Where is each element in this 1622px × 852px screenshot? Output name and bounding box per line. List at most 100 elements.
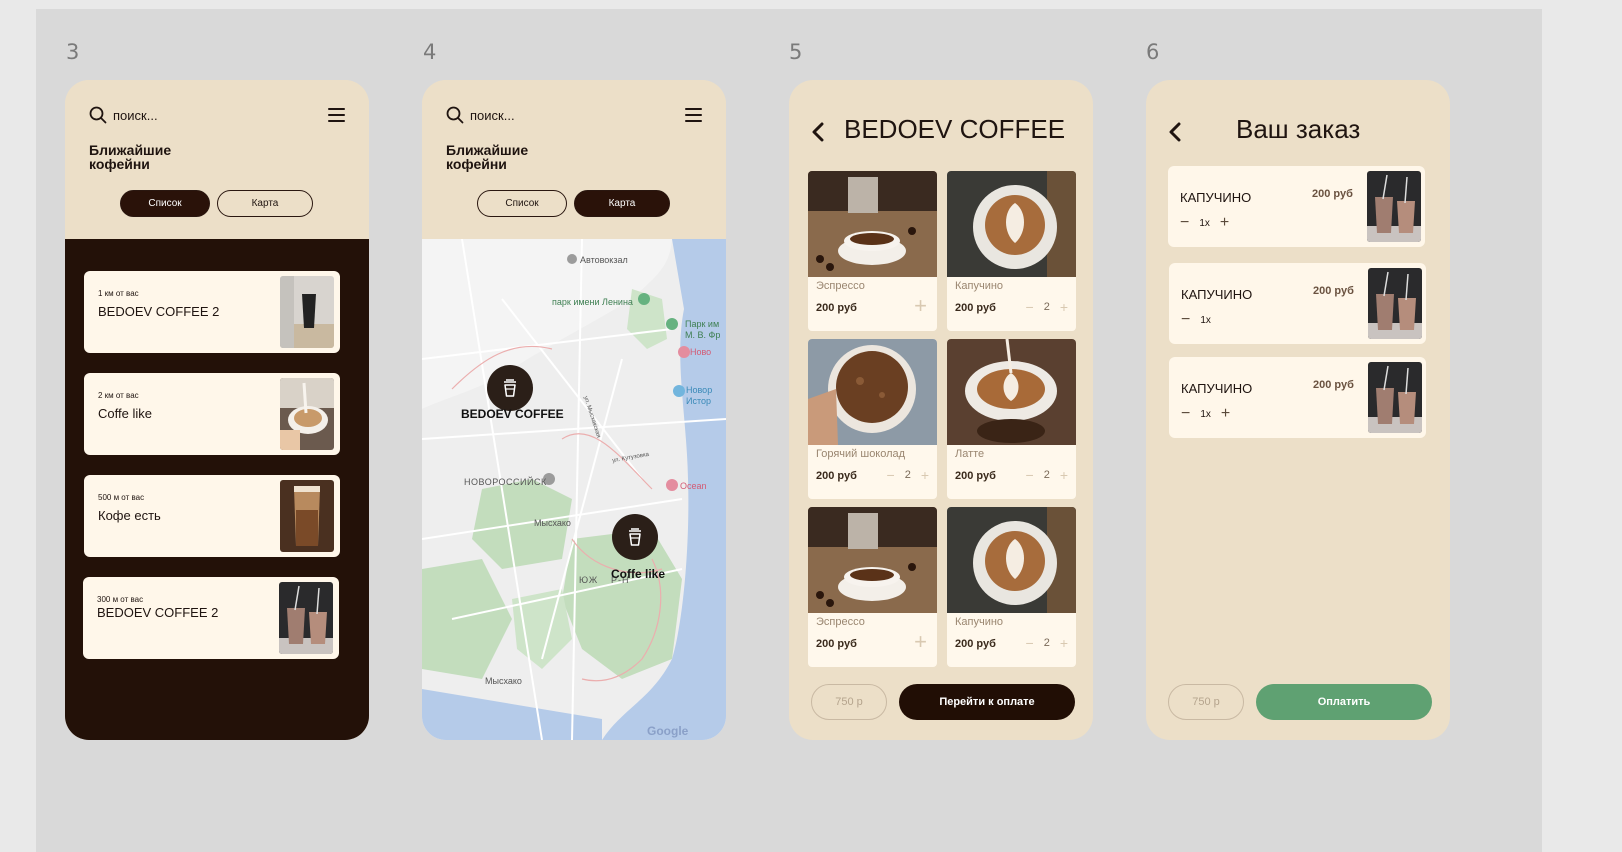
- quantity-stepper[interactable]: −2 +: [887, 467, 930, 483]
- plus-icon[interactable]: +: [1220, 214, 1229, 232]
- order-item-name: КАПУЧИНО: [1181, 381, 1253, 396]
- map-place-label: ЮЖ: [579, 575, 599, 585]
- quantity-stepper[interactable]: −1х +: [1181, 405, 1230, 423]
- order-item: КАПУЧИНО 200 руб −1х +: [1168, 166, 1425, 247]
- back-arrow-icon[interactable]: [809, 120, 827, 144]
- search-input[interactable]: поиск...: [113, 108, 158, 123]
- shop-name: Coffe like: [98, 406, 152, 421]
- product-price: 200 руб: [955, 302, 996, 314]
- coffee-shop-pin[interactable]: [612, 514, 658, 560]
- product-card[interactable]: Горячий шоколад 200 руб −2 +: [808, 339, 937, 499]
- minus-icon[interactable]: −: [1026, 467, 1034, 483]
- screen-header: поиск... Ближайшие кофейни Список Карта: [422, 80, 726, 239]
- pin-label: Coffe like: [611, 567, 666, 581]
- city-map[interactable]: Автовокзал парк имени Ленина Парк им М. …: [422, 239, 726, 740]
- product-name: Капучино: [955, 616, 1004, 628]
- shop-list: 1 км от вас BEDOEV COFFEE 2 2 км от вас …: [65, 239, 369, 740]
- page-title: Ближайшие кофейни: [446, 142, 529, 172]
- coffee-cup-icon: [504, 379, 516, 397]
- shop-photo: [280, 276, 334, 348]
- latte-photo: [947, 339, 1076, 445]
- shop-card[interactable]: 1 км от вас BEDOEV COFFEE 2: [84, 271, 340, 353]
- phone-screen-map: поиск... Ближайшие кофейни Список Карта: [422, 80, 726, 740]
- coffee-shop-pin[interactable]: [487, 365, 533, 411]
- phone-screen-list: поиск... Ближайшие кофейни Список Карта …: [65, 80, 369, 740]
- minus-icon[interactable]: −: [1026, 635, 1034, 651]
- shop-card[interactable]: 300 м от вас BEDOEV COFFEE 2: [83, 577, 339, 659]
- plus-icon[interactable]: +: [1060, 635, 1068, 651]
- add-icon[interactable]: +: [914, 293, 927, 319]
- tab-map[interactable]: Карта: [574, 190, 670, 217]
- shop-card[interactable]: 500 м от вас Кофе есть: [84, 475, 340, 557]
- product-name: Горячий шоколад: [816, 448, 906, 460]
- product-card[interactable]: Эспрессо 200 руб +: [808, 171, 937, 331]
- product-name: Эспрессо: [816, 616, 865, 628]
- quantity-stepper[interactable]: −2 +: [1026, 635, 1069, 651]
- quantity-value: 1х: [1200, 314, 1211, 326]
- menu-icon[interactable]: [685, 108, 702, 122]
- product-name: Капучино: [955, 280, 1004, 292]
- menu-icon[interactable]: [328, 108, 345, 122]
- order-item: КАПУЧИНО 200 руб −1х: [1169, 263, 1426, 344]
- shop-photo: [280, 480, 334, 552]
- order-item: КАПУЧИНО 200 руб −1х +: [1169, 357, 1426, 438]
- map-place-label: Новор: [686, 385, 713, 395]
- add-icon[interactable]: +: [914, 629, 927, 655]
- quantity-stepper[interactable]: −1х +: [1180, 214, 1229, 232]
- tab-map[interactable]: Карта: [217, 190, 313, 217]
- minus-icon[interactable]: −: [887, 467, 895, 483]
- quantity-stepper[interactable]: −2 +: [1026, 299, 1069, 315]
- search-input[interactable]: поиск...: [470, 108, 515, 123]
- quantity-stepper[interactable]: −2 +: [1026, 467, 1069, 483]
- screen-header: поиск... Ближайшие кофейни Список Карта: [65, 80, 369, 239]
- product-name: Эспрессо: [816, 280, 865, 292]
- map-place-label: Автовокзал: [580, 255, 628, 265]
- shop-distance: 300 м от вас: [97, 595, 144, 604]
- tab-list[interactable]: Список: [120, 190, 210, 217]
- plus-icon[interactable]: +: [921, 467, 929, 483]
- minus-icon[interactable]: −: [1180, 214, 1189, 232]
- frame-number: 5: [789, 40, 803, 64]
- plus-icon[interactable]: +: [1221, 405, 1230, 423]
- search-icon: [446, 106, 464, 124]
- quantity-value: 2: [904, 469, 911, 481]
- shop-distance: 2 км от вас: [98, 391, 139, 400]
- shop-card[interactable]: 2 км от вас Coffe like: [84, 373, 340, 455]
- plus-icon[interactable]: +: [1060, 467, 1068, 483]
- search-bar[interactable]: поиск...: [89, 106, 158, 124]
- minus-icon[interactable]: −: [1181, 311, 1190, 329]
- espresso-photo: [808, 507, 937, 613]
- order-total: 750 р: [1168, 684, 1244, 720]
- product-card[interactable]: Латте 200 руб −2 +: [947, 339, 1076, 499]
- plus-icon[interactable]: +: [1060, 299, 1068, 315]
- order-item-price: 200 руб: [1312, 188, 1353, 200]
- checkout-button[interactable]: Перейти к оплате: [899, 684, 1075, 720]
- product-price: 200 руб: [816, 638, 857, 650]
- product-price: 200 руб: [955, 638, 996, 650]
- shop-name: BEDOEV COFFEE 2: [98, 304, 220, 319]
- quantity-value: 1х: [1200, 408, 1211, 420]
- quantity-stepper[interactable]: −1х: [1181, 311, 1211, 329]
- product-photo: [1368, 362, 1422, 433]
- map-place-label: Истор: [686, 396, 712, 406]
- cappuccino-photo: [947, 171, 1076, 277]
- product-card[interactable]: Капучино 200 руб −2 +: [947, 171, 1076, 331]
- shop-name: BEDOEV COFFEE 2: [97, 605, 219, 620]
- product-card[interactable]: Эспрессо 200 руб +: [808, 507, 937, 667]
- minus-icon[interactable]: −: [1181, 405, 1190, 423]
- order-title: Ваш заказ: [1236, 114, 1361, 144]
- product-photo: [1368, 268, 1422, 339]
- product-card[interactable]: Капучино 200 руб −2 +: [947, 507, 1076, 667]
- tab-list[interactable]: Список: [477, 190, 567, 217]
- phone-screen-menu: BEDOEV COFFEE Эспрессо 200 руб + Капучин…: [789, 80, 1093, 740]
- frame-number: 6: [1146, 40, 1160, 64]
- search-bar[interactable]: поиск...: [446, 106, 515, 124]
- minus-icon[interactable]: −: [1026, 299, 1034, 315]
- shop-name: Кофе есть: [98, 508, 161, 523]
- map-place-label: Мысхако: [534, 518, 571, 528]
- cappuccino-photo: [947, 507, 1076, 613]
- back-arrow-icon[interactable]: [1166, 120, 1184, 144]
- search-icon: [89, 106, 107, 124]
- pay-button[interactable]: Оплатить: [1256, 684, 1432, 720]
- product-price: 200 руб: [816, 470, 857, 482]
